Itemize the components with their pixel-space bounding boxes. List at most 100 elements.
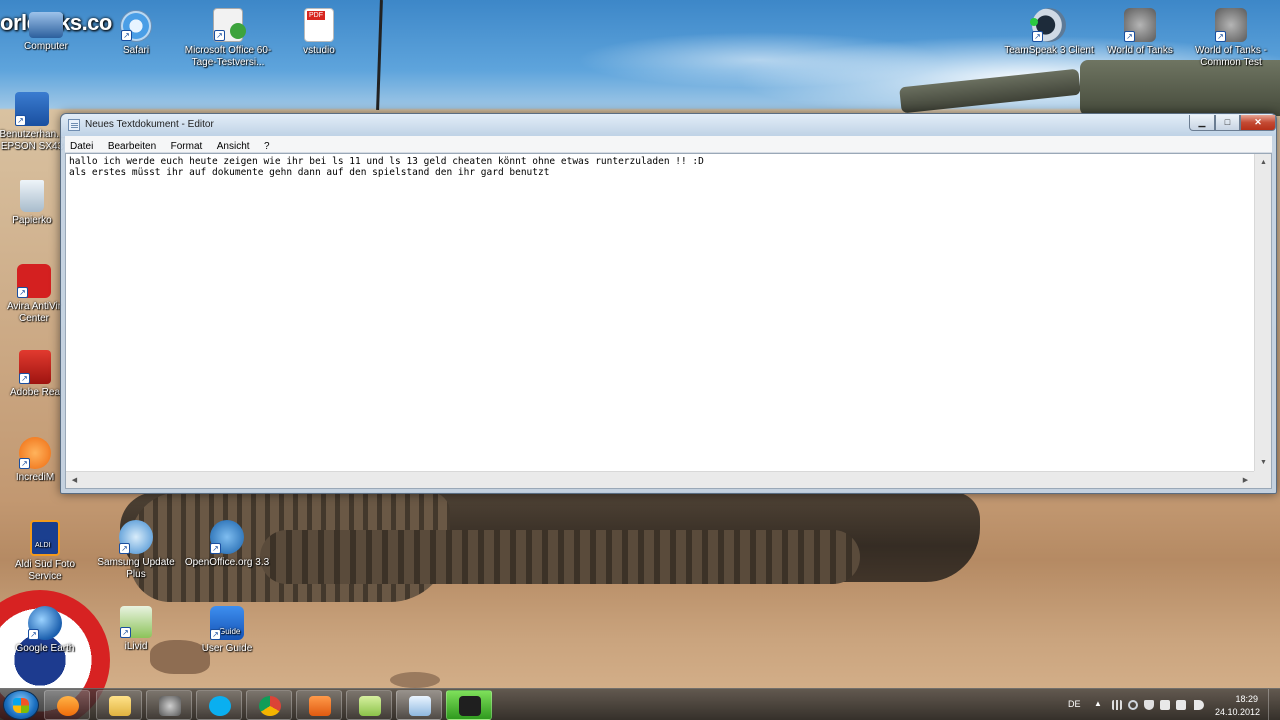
media-player-icon (57, 696, 79, 716)
horizontal-scrollbar[interactable]: ◀ ▶ (66, 471, 1254, 488)
desktop-icon-label: Aldi Süd Foto Service (14, 559, 76, 582)
chrome-icon (259, 696, 281, 716)
taskbar-notepad[interactable] (396, 690, 442, 720)
window-titlebar[interactable]: Neues Textdokument - Editor ▁ □ ✕ (61, 114, 1276, 136)
desktop-icon-recycle-bin[interactable]: Papierko (0, 180, 67, 227)
show-hidden-icons-icon[interactable]: ▲ (1094, 699, 1104, 709)
editor-window[interactable]: Neues Textdokument - Editor ▁ □ ✕ Datei … (60, 113, 1277, 494)
google-earth-globe-icon: ↗ (28, 606, 62, 640)
scrollbar-corner (1254, 471, 1271, 488)
scroll-up-arrow-icon[interactable]: ▲ (1255, 154, 1272, 171)
desktop-icon-label: Microsoft Office 60-Tage-Testversi... (184, 45, 272, 68)
text-line-2: als erstes müsst ihr auf dokumente gehn … (69, 167, 550, 178)
desktop-icon-label: OpenOffice.org 3.3 (184, 557, 270, 568)
text-content[interactable]: hallo ich werde euch heute zeigen wie ih… (69, 156, 1251, 178)
taskbar-notes[interactable] (346, 690, 392, 720)
scroll-left-arrow-icon[interactable]: ◀ (66, 472, 83, 489)
skype-icon (209, 696, 231, 716)
desktop-icon-label: Benutzerhan... EPSON SX43 (0, 129, 65, 152)
desktop-icon-label: IncrediM (15, 472, 55, 483)
office-installer-icon: ↗ (213, 8, 246, 42)
desktop-icon-label: World of Tanks (1107, 45, 1173, 56)
wallpaper-rock (390, 672, 440, 688)
world-of-tanks-icon (159, 696, 181, 716)
desktop-icon-label: Google Earth (15, 643, 75, 654)
taskbar-skype[interactable] (196, 690, 242, 720)
wifi-icon[interactable] (1160, 700, 1170, 710)
epson-manual-icon: ↗ (15, 92, 49, 126)
desktop-icon-google-earth[interactable]: ↗ Google Earth (0, 606, 90, 655)
shield-icon[interactable] (1144, 700, 1154, 710)
desktop-icon-label: Samsung Update Plus (97, 557, 175, 580)
desktop-icon-label: User Guide (201, 643, 253, 654)
aldi-logo-icon: ALDI (30, 520, 60, 556)
desktop-icon-label: TeamSpeak 3 Client (1004, 45, 1094, 56)
samsung-update-icon: ↗ (119, 520, 153, 554)
clock-time[interactable]: 18:29 (1235, 694, 1258, 704)
taskbar-chrome[interactable] (246, 690, 292, 720)
show-desktop-button[interactable] (1268, 689, 1280, 720)
vertical-scrollbar[interactable]: ▲ ▼ (1254, 154, 1271, 471)
clock-date[interactable]: 24.10.2012 (1215, 707, 1260, 717)
language-indicator[interactable]: DE (1068, 699, 1081, 709)
folder-icon (109, 696, 131, 716)
desktop-icon-teamspeak[interactable]: ↗ TeamSpeak 3 Client (1004, 8, 1094, 57)
power-icon[interactable] (1176, 700, 1186, 710)
start-button[interactable] (3, 690, 39, 720)
desktop-icon-samsung-update[interactable]: ↗ Samsung Update Plus (91, 520, 181, 581)
pdf-badge: PDF (307, 11, 325, 20)
incredimail-icon: ↗ (19, 437, 51, 469)
system-tray: DE ▲ 18:29 24.10.2012 (1060, 689, 1280, 720)
text-editor-area[interactable]: hallo ich werde euch heute zeigen wie ih… (65, 153, 1272, 489)
notes-icon (359, 696, 381, 716)
computer-icon (29, 12, 63, 38)
openoffice-gull-icon: ↗ (210, 520, 244, 554)
windows-logo-icon (13, 698, 29, 713)
pdf-file-icon: PDF (304, 8, 334, 42)
user-guide-icon: Guide ↗ (210, 606, 244, 640)
desktop-icon-label: World of Tanks - Common Test (1195, 45, 1267, 68)
maximize-button[interactable]: □ (1215, 115, 1240, 131)
desktop-icon-user-guide[interactable]: Guide ↗ User Guide (182, 606, 272, 655)
window-title: Neues Textdokument - Editor (85, 119, 214, 130)
taskbar-world-of-tanks[interactable] (146, 690, 192, 720)
volume-icon[interactable] (1194, 700, 1204, 710)
avira-umbrella-icon: ↗ (17, 264, 51, 298)
mail-envelope-icon (309, 696, 331, 716)
ilivid-icon: ↗ (120, 606, 152, 638)
desktop-icon-ilivid[interactable]: ↗ iLivid (91, 606, 181, 653)
desktop-icon-world-of-tanks[interactable]: ↗ World of Tanks (1095, 8, 1185, 57)
wallpaper-tank-track (260, 530, 860, 584)
aldi-badge: ALDI (35, 542, 51, 549)
desktop-icon-openoffice[interactable]: ↗ OpenOffice.org 3.3 (182, 520, 272, 569)
world-of-tanks-icon: ↗ (1215, 8, 1247, 42)
desktop-icon-label: Computer (24, 41, 68, 52)
desktop-icon-label: vstudio (303, 45, 335, 56)
sync-icon[interactable] (1128, 700, 1138, 710)
world-of-tanks-icon: ↗ (1124, 8, 1156, 42)
text-line-1: hallo ich werde euch heute zeigen wie ih… (69, 156, 704, 167)
notepad-icon (409, 696, 431, 716)
close-button[interactable]: ✕ (1240, 115, 1276, 131)
taskbar-media-player[interactable] (44, 690, 90, 720)
taskbar-explorer[interactable] (96, 690, 142, 720)
scroll-down-arrow-icon[interactable]: ▼ (1255, 454, 1272, 471)
desktop-icon-safari[interactable]: ↗ Safari (91, 10, 181, 57)
desktop-icon-vstudio[interactable]: PDF vstudio (274, 8, 364, 57)
desktop-icon-computer[interactable]: Computer (1, 8, 91, 53)
desktop-icon-label: Adobe Rea (9, 387, 61, 398)
desktop-icon-microsoft-office[interactable]: ↗ Microsoft Office 60-Tage-Testversi... (183, 8, 273, 69)
network-signal-icon[interactable] (1112, 700, 1122, 710)
adobe-reader-icon: ↗ (19, 350, 51, 384)
taskbar-recorder[interactable] (446, 690, 492, 720)
taskbar: DE ▲ 18:29 24.10.2012 (0, 688, 1280, 720)
notepad-icon[interactable] (68, 119, 80, 131)
desktop-icon-aldi-foto[interactable]: ALDI Aldi Süd Foto Service (0, 520, 90, 583)
recycle-bin-icon (20, 180, 44, 212)
teamspeak-icon: ↗ (1030, 8, 1066, 42)
desktop-icon-world-of-tanks-common-test[interactable]: ↗ World of Tanks - Common Test (1186, 8, 1276, 69)
taskbar-incredimail[interactable] (296, 690, 342, 720)
minimize-button[interactable]: ▁ (1189, 115, 1215, 131)
desktop-icon-label: Avira AntiVir Center (6, 301, 62, 324)
scroll-right-arrow-icon[interactable]: ▶ (1237, 472, 1254, 489)
